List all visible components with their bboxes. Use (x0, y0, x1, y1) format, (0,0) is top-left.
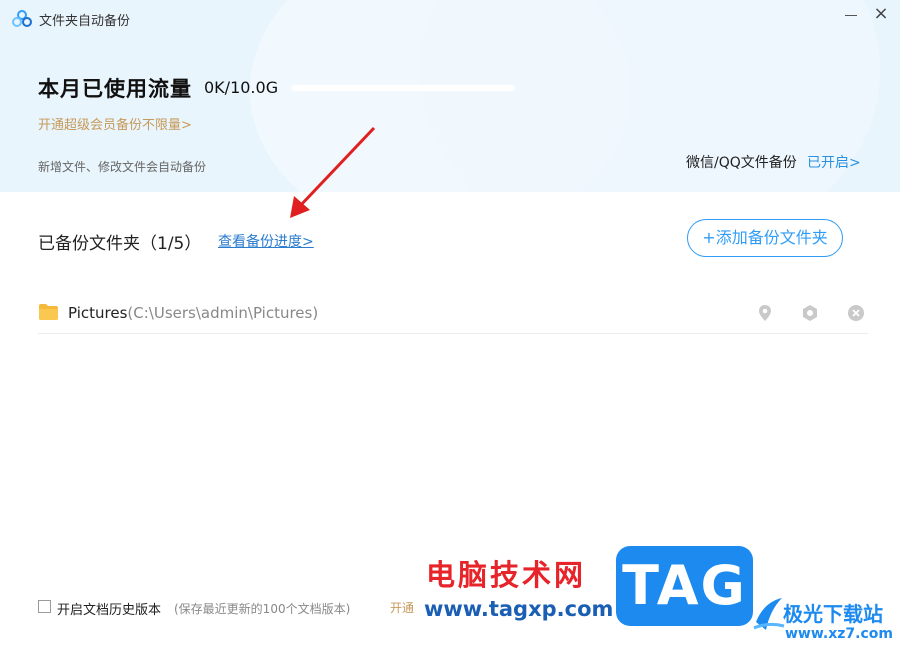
folder-row: Pictures(C:\Users\admin\Pictures) (38, 296, 868, 334)
footer-vip-link[interactable]: 开通 (390, 599, 414, 616)
watermark-download-logo-icon (753, 598, 785, 630)
folder-icon (39, 304, 58, 320)
app-logo-icon (12, 10, 32, 27)
minimize-icon[interactable] (840, 6, 862, 26)
backed-up-folders-title: 已备份文件夹（1/5） (38, 234, 202, 254)
add-backup-folder-button[interactable]: +添加备份文件夹 (687, 219, 843, 257)
folder-name: Pictures (68, 304, 128, 322)
folder-path: (C:\Users\admin\Pictures) (127, 304, 319, 322)
usage-label: 本月已使用流量 (38, 77, 192, 101)
history-version-label[interactable]: 开启文档历史版本 (57, 599, 161, 618)
vip-upgrade-link[interactable]: 开通超级会员备份不限量> (38, 114, 192, 133)
annotation-arrow-icon (290, 126, 376, 218)
view-progress-link[interactable]: 查看备份进度> (218, 231, 314, 251)
watermark-site-url: www.tagxp.com (424, 597, 614, 621)
history-version-note: (保存最近更新的100个文档版本) (174, 602, 351, 616)
watermark-site-name: 电脑技术网 (426, 558, 587, 592)
wechat-backup-status-link[interactable]: 已开启> (807, 152, 861, 172)
wechat-backup-label: 微信/QQ文件备份 (686, 155, 797, 171)
location-icon[interactable] (756, 304, 774, 322)
close-icon[interactable]: × (870, 4, 892, 26)
usage-progress-bar (291, 85, 515, 91)
title-bar: 文件夹自动备份 × (0, 0, 900, 36)
watermark-download-url: www.xz7.com (785, 626, 893, 642)
folder-label: Pictures(C:\Users\admin\Pictures) (68, 304, 318, 322)
auto-backup-note: 新增文件、修改文件会自动备份 (38, 160, 207, 174)
window-title: 文件夹自动备份 (39, 14, 131, 29)
delete-icon[interactable] (847, 304, 865, 322)
watermark-download-site: 极光下载站 (783, 602, 883, 626)
usage-value: 0K/10.0G (204, 78, 279, 97)
watermark-tag-logo: TAG (616, 546, 753, 626)
history-version-checkbox[interactable] (38, 600, 51, 613)
settings-icon[interactable] (801, 304, 819, 322)
